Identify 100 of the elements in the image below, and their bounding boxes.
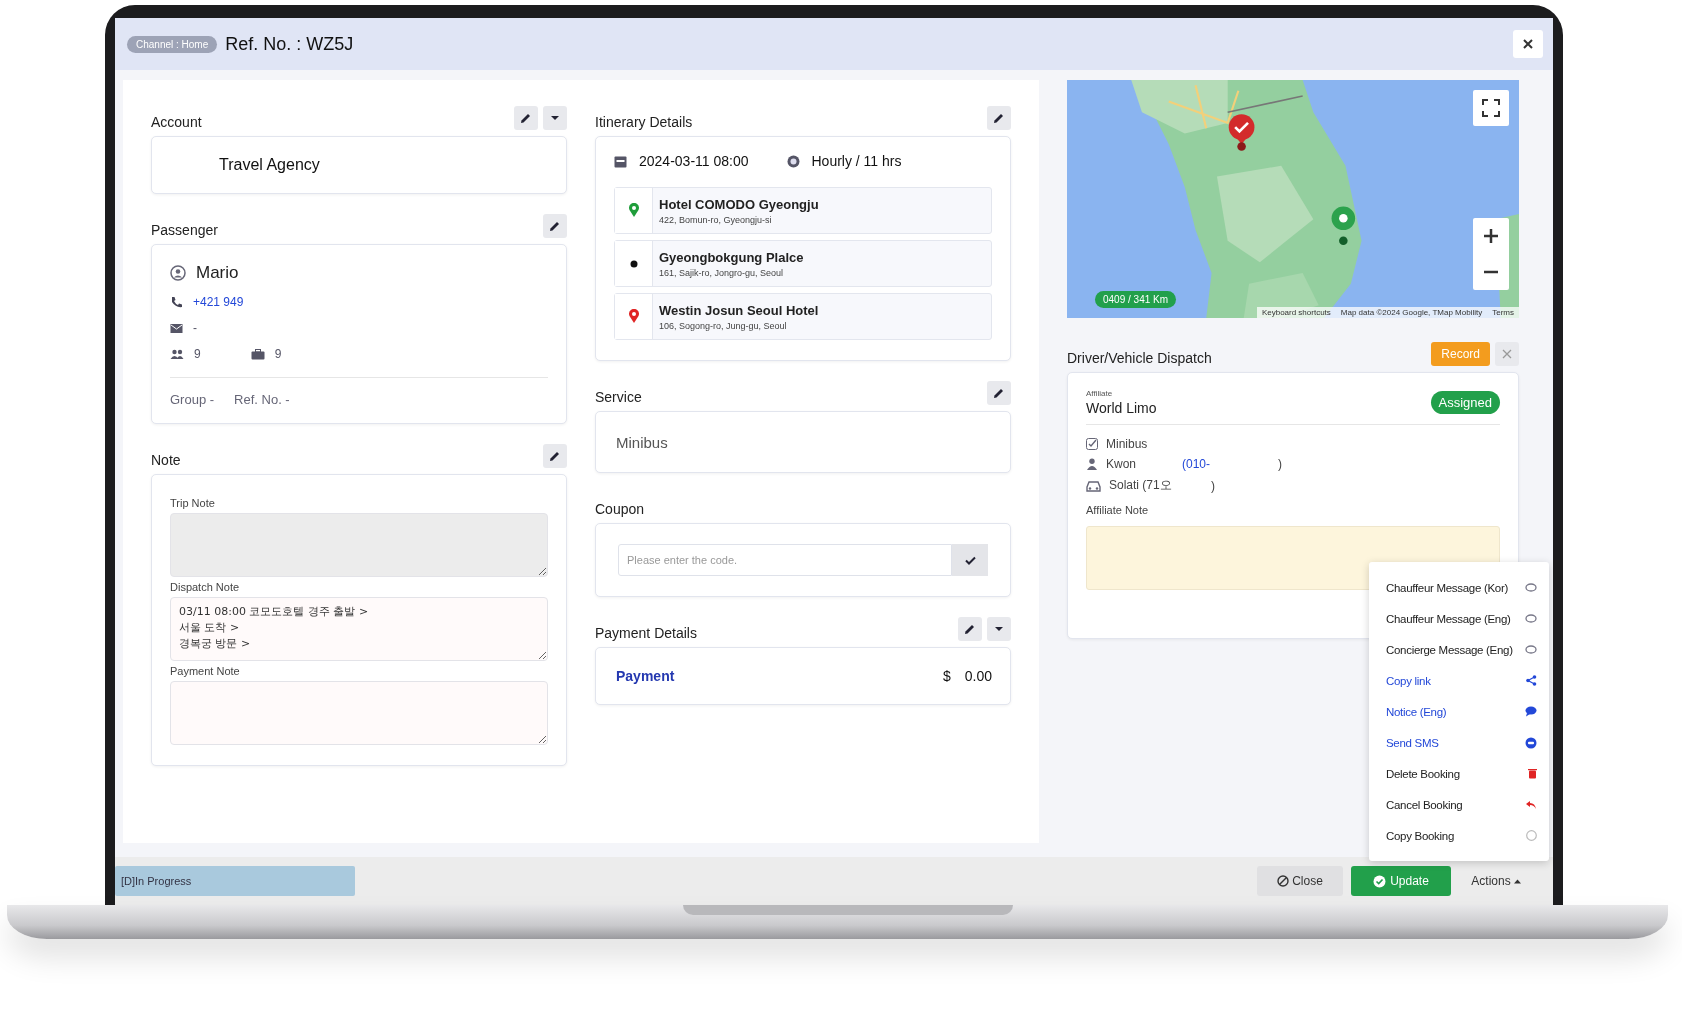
payment-label[interactable]: Payment xyxy=(616,668,929,684)
map-pin-icon xyxy=(627,309,640,324)
passenger-count: 9 xyxy=(194,347,201,361)
luggage-count: 9 xyxy=(274,347,282,361)
field-label: Payment Note xyxy=(170,665,241,677)
field-label: Affiliate Note xyxy=(1086,504,1150,516)
section-title: Service xyxy=(595,389,642,405)
speech-bubble-icon xyxy=(1525,706,1537,717)
passenger-name: Mario xyxy=(196,263,239,283)
section-title: Coupon xyxy=(595,501,645,517)
close-icon xyxy=(1502,349,1512,359)
dropdown-button[interactable] xyxy=(543,106,567,130)
edit-button[interactable] xyxy=(514,106,538,130)
edit-button[interactable] xyxy=(958,617,982,641)
checkmark-icon xyxy=(964,555,976,565)
menu-item[interactable]: Chauffeur Message (Kor) xyxy=(1369,572,1549,603)
menu-item[interactable]: Send SMS xyxy=(1369,727,1549,758)
field-label: Trip Note xyxy=(170,497,216,509)
menu-item[interactable]: Delete Booking xyxy=(1369,758,1549,789)
edit-button[interactable] xyxy=(987,106,1011,130)
envelope-icon xyxy=(170,322,183,334)
check-circle-icon xyxy=(1373,874,1387,888)
attribution-link[interactable]: Terms xyxy=(1492,308,1514,317)
section-title: Note xyxy=(151,452,181,468)
plus-icon xyxy=(1483,228,1499,244)
service-value: Minibus xyxy=(616,433,668,451)
status-bar: [D]In Progress xyxy=(115,866,355,896)
stop-name: Westin Josun Seoul Hotel xyxy=(659,302,819,318)
calendar-icon xyxy=(614,154,627,168)
menu-item[interactable]: Copy link xyxy=(1369,665,1549,696)
vehicle-type: Minibus xyxy=(1106,437,1148,451)
map-view[interactable]: 0409 / 341 Km Keyboard shortcuts Map data ©2024 Google, TMap Mobility Terms xyxy=(1067,80,1519,318)
chat-bubble-icon xyxy=(1525,582,1537,593)
stop-address: 106, Sogong-ro, Jung-gu, Seoul xyxy=(659,320,788,331)
distance-badge: 0409 / 341 Km xyxy=(1095,291,1177,308)
car-icon xyxy=(1086,479,1101,492)
affiliate-label: Affiliate xyxy=(1086,389,1114,398)
close-icon xyxy=(1521,37,1535,51)
checkbox-icon xyxy=(1086,438,1098,450)
caret-icon xyxy=(994,626,1004,632)
phone-link[interactable]: +421 949 xyxy=(193,295,244,309)
apply-coupon-button[interactable] xyxy=(952,544,988,576)
account-name: Travel Agency xyxy=(219,156,320,174)
stop-name: Gyeongbokgung Plalce xyxy=(659,249,804,265)
menu-item[interactable]: Chauffeur Message (Eng) xyxy=(1369,603,1549,634)
circle-icon xyxy=(1526,830,1537,841)
cancel-circle-icon xyxy=(1277,875,1290,887)
closing-paren: ) xyxy=(1278,457,1282,471)
pencil-icon xyxy=(520,112,532,124)
note-field[interactable]: 03/11 08:00 코모도호텔 경주 출발 > 서울 도착 > 경복궁 방문 > xyxy=(170,597,548,661)
note-field[interactable] xyxy=(170,681,548,745)
section-title: Payment Details xyxy=(595,625,697,641)
currency-symbol: $ xyxy=(942,668,951,684)
dropdown-button[interactable] xyxy=(987,617,1011,641)
pencil-icon xyxy=(993,112,1005,124)
user-circle-icon xyxy=(170,265,186,281)
pencil-icon xyxy=(993,387,1005,399)
booking-title: Ref. No. : WZ5J xyxy=(225,33,355,55)
payment-amount: 0.00 xyxy=(964,668,992,684)
pickup-datetime: 2024-03-11 08:00 xyxy=(639,153,749,169)
trip-duration: Hourly / 11 hrs xyxy=(811,153,902,169)
message-icon xyxy=(1525,736,1537,749)
closing-paren: ) xyxy=(1211,478,1215,493)
stop-name: Hotel COMODO Gyeongju xyxy=(659,196,819,212)
close-button[interactable]: Close xyxy=(1257,866,1343,896)
section-title: Account xyxy=(151,114,202,130)
caret-icon xyxy=(550,115,560,121)
chat-bubble-icon xyxy=(1525,644,1537,655)
menu-item[interactable]: Notice (Eng) xyxy=(1369,696,1549,727)
trash-icon xyxy=(1528,768,1537,779)
stop-address: 161, Sajik-ro, Jongro-gu, Seoul xyxy=(659,267,785,278)
edit-button[interactable] xyxy=(987,381,1011,405)
actions-button[interactable]: Actions xyxy=(1459,866,1533,896)
clock-icon xyxy=(786,154,800,168)
minus-icon xyxy=(1483,270,1499,274)
affiliate-name: World Limo xyxy=(1086,400,1157,416)
coupon-field[interactable]: Please enter the code. xyxy=(618,544,952,576)
section-title: Driver/Vehicle Dispatch xyxy=(1067,350,1212,366)
edit-button[interactable] xyxy=(543,444,567,468)
menu-item[interactable]: Cancel Booking xyxy=(1369,789,1549,820)
field-label: Dispatch Note xyxy=(170,581,241,593)
section-title: Passenger xyxy=(151,222,218,238)
driver-phone[interactable]: (010- xyxy=(1182,457,1270,471)
close-button[interactable] xyxy=(1513,30,1543,58)
fullscreen-button[interactable] xyxy=(1473,90,1509,126)
status-badge: Assigned xyxy=(1430,391,1500,414)
attribution-link[interactable]: Keyboard shortcuts xyxy=(1261,308,1331,317)
group-label: Group - xyxy=(170,392,215,407)
reference-label: Ref. No. - xyxy=(234,392,290,407)
email-value: - xyxy=(193,321,197,335)
attribution-link[interactable]: Map data ©2024 Google, TMap Mobility xyxy=(1340,308,1483,317)
menu-item[interactable]: Concierge Message (Eng) xyxy=(1369,634,1549,665)
menu-item[interactable]: Copy Booking xyxy=(1369,820,1549,851)
vehicle-name: Solati (71오 xyxy=(1109,477,1173,494)
dot-icon xyxy=(629,259,638,268)
edit-button[interactable] xyxy=(543,214,567,238)
map-pin-icon xyxy=(627,203,640,218)
people-icon xyxy=(170,348,184,360)
share-icon xyxy=(1526,675,1537,686)
section-title: Itinerary Details xyxy=(595,114,693,130)
